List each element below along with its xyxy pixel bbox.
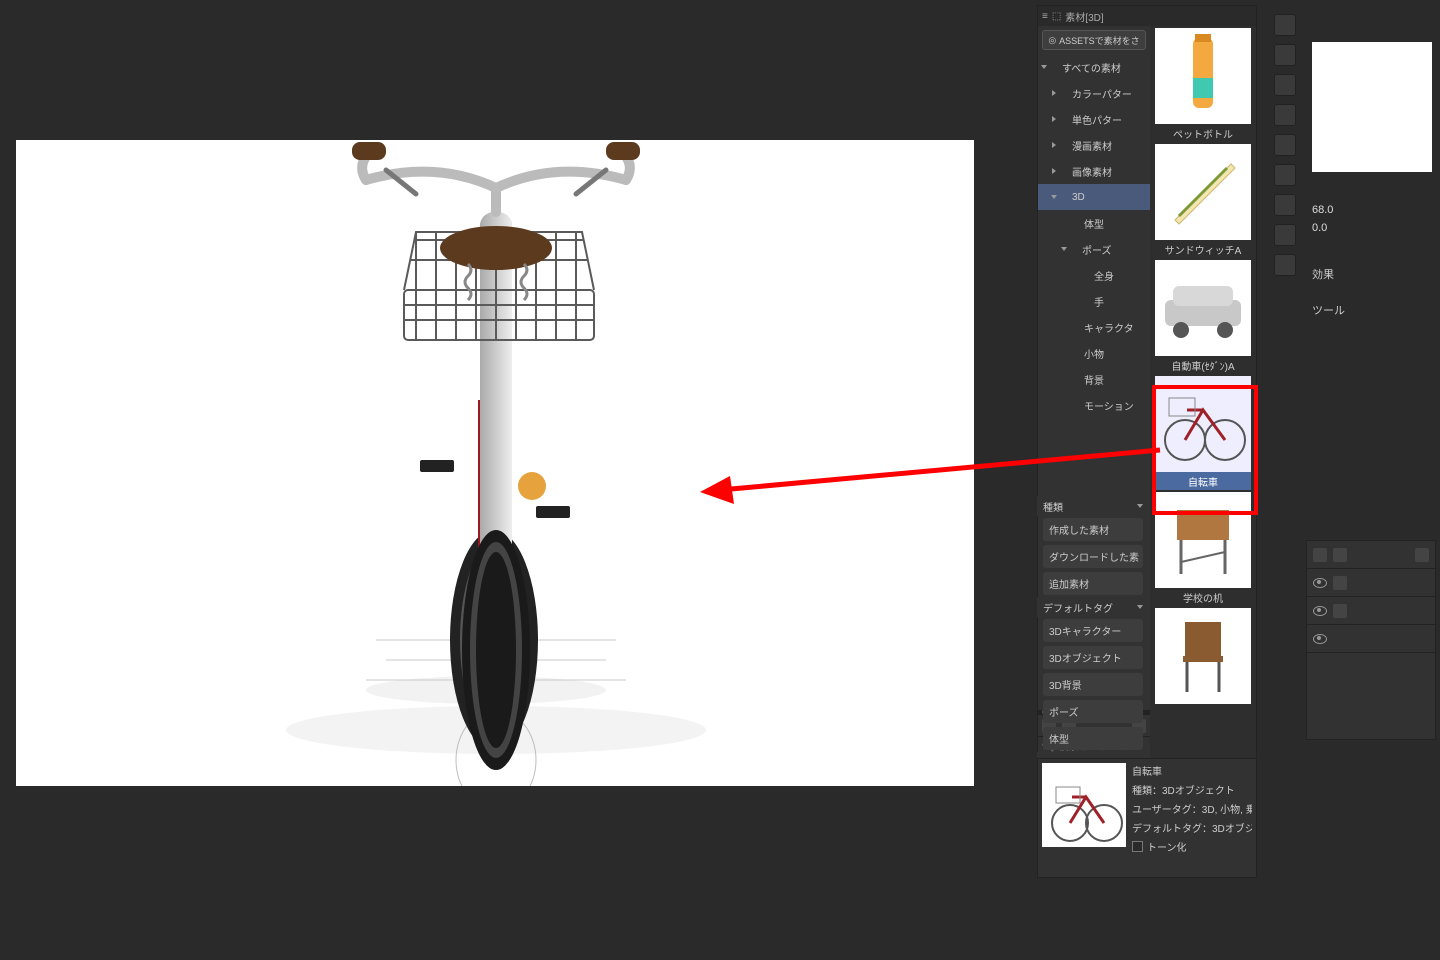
layer-toolbar: [1307, 541, 1435, 569]
tool-icon-8[interactable]: [1274, 224, 1296, 246]
tree-item-4[interactable]: 画像素材: [1038, 158, 1150, 184]
tool-icon-2[interactable]: [1274, 44, 1296, 66]
tool-icon-1[interactable]: [1274, 14, 1296, 36]
assets-search-button[interactable]: ◎ ASSETSで素材をさ: [1042, 30, 1146, 50]
tree-item-10[interactable]: キャラクタ: [1038, 314, 1150, 340]
thumb-item-0[interactable]: ペットボトル: [1155, 28, 1251, 142]
eye-icon[interactable]: [1313, 578, 1327, 588]
section-default-header[interactable]: デフォルトタグ: [1037, 597, 1149, 617]
eye-icon[interactable]: [1313, 606, 1327, 616]
navigator-preview[interactable]: [1312, 42, 1432, 172]
eye-icon[interactable]: [1313, 634, 1327, 644]
label-tool: ツール: [1312, 302, 1345, 318]
tag-panel: 種類 作成した素材ダウンロードした素追加素材 デフォルトタグ 3Dキャラクター 3…: [1037, 496, 1149, 772]
tool-icon-5[interactable]: [1274, 134, 1296, 156]
tree-item-6[interactable]: 体型: [1038, 210, 1150, 236]
cloud-icon: ◎: [1048, 35, 1056, 46]
thumb-item-2[interactable]: 自動車(ｾﾀﾞﾝ)A: [1155, 260, 1251, 374]
detail-usertag: ユーザータグ：3D, 小物, 乗り物: [1132, 801, 1252, 816]
tool-icon-7[interactable]: [1274, 194, 1296, 216]
value-1: 68.0: [1312, 204, 1333, 222]
detail-kind: 種類：3Dオブジェクト: [1132, 782, 1252, 797]
right-icon-column: [1274, 14, 1300, 276]
layer-tool-c[interactable]: [1415, 548, 1429, 562]
detail-tone-checkbox[interactable]: トーン化: [1132, 839, 1252, 854]
section-type-header[interactable]: 種類: [1037, 496, 1149, 516]
thumb-item-3[interactable]: 自転車: [1155, 376, 1251, 490]
layer-panel: [1306, 540, 1436, 740]
value-readouts: 68.0 0.0: [1312, 204, 1333, 240]
material-detail-panel: 自転車 種類：3Dオブジェクト ユーザータグ：3D, 小物, 乗り物 デフォルト…: [1037, 758, 1257, 878]
tool-icon-4[interactable]: [1274, 104, 1296, 126]
thumb-item-1[interactable]: サンドウィッチA: [1155, 144, 1251, 258]
layer-tool-b[interactable]: [1333, 548, 1347, 562]
layer-row-3[interactable]: [1307, 625, 1435, 653]
default-tag-3[interactable]: ポーズ: [1043, 700, 1143, 723]
bicycle-render: [16, 140, 974, 786]
assets-button-label: ASSETSで素材をさ: [1059, 34, 1140, 47]
canvas-viewport[interactable]: [16, 140, 974, 786]
tree-item-1[interactable]: カラーパター: [1038, 80, 1150, 106]
layer-tool-a[interactable]: [1313, 548, 1327, 562]
label-effect: 効果: [1312, 266, 1334, 282]
layer-row-1[interactable]: [1307, 569, 1435, 597]
type-tag-1[interactable]: ダウンロードした素: [1043, 545, 1143, 568]
cube-icon: ⬚: [1052, 11, 1061, 22]
thumb-item-5[interactable]: [1155, 608, 1251, 722]
tree-item-2[interactable]: 単色パター: [1038, 106, 1150, 132]
default-tag-4[interactable]: 体型: [1043, 727, 1143, 750]
layer-row-2[interactable]: [1307, 597, 1435, 625]
tree-item-3[interactable]: 漫画素材: [1038, 132, 1150, 158]
detail-deftag: デフォルトタグ：3Dオブジェク: [1132, 820, 1252, 835]
tree-item-8[interactable]: 全身: [1038, 262, 1150, 288]
tool-icon-6[interactable]: [1274, 164, 1296, 186]
default-tag-0[interactable]: 3Dキャラクター: [1043, 619, 1143, 642]
tree-item-12[interactable]: 背景: [1038, 366, 1150, 392]
detail-name: 自転車: [1132, 763, 1252, 778]
layer-thumb-icon: [1333, 576, 1347, 590]
detail-tone-label: トーン化: [1147, 839, 1187, 854]
tool-icon-9[interactable]: [1274, 254, 1296, 276]
tree-item-13[interactable]: モーション: [1038, 392, 1150, 418]
section-default-label: デフォルトタグ: [1043, 600, 1113, 615]
value-2: 0.0: [1312, 222, 1333, 240]
tree-item-5[interactable]: 3D: [1038, 184, 1150, 210]
default-tag-2[interactable]: 3D背景: [1043, 673, 1143, 696]
detail-thumbnail: [1042, 763, 1126, 847]
tree-item-0[interactable]: すべての素材: [1038, 54, 1150, 80]
default-tag-1[interactable]: 3Dオブジェクト: [1043, 646, 1143, 669]
tree-item-11[interactable]: 小物: [1038, 340, 1150, 366]
type-tag-2[interactable]: 追加素材: [1043, 572, 1143, 595]
section-type-label: 種類: [1043, 499, 1063, 514]
tree-item-7[interactable]: ポーズ: [1038, 236, 1150, 262]
tool-icon-3[interactable]: [1274, 74, 1296, 96]
material-thumbnails: ペットボトルサンドウィッチA自動車(ｾﾀﾞﾝ)A自転車学校の机: [1150, 26, 1256, 758]
tree-item-9[interactable]: 手: [1038, 288, 1150, 314]
material-panel-title: ≡ ⬚ 素材[3D]: [1038, 6, 1256, 26]
thumb-item-4[interactable]: 学校の机: [1155, 492, 1251, 606]
type-tag-0[interactable]: 作成した素材: [1043, 518, 1143, 541]
layer-thumb-icon: [1333, 604, 1347, 618]
panel-title-label: 素材[3D]: [1065, 9, 1103, 24]
